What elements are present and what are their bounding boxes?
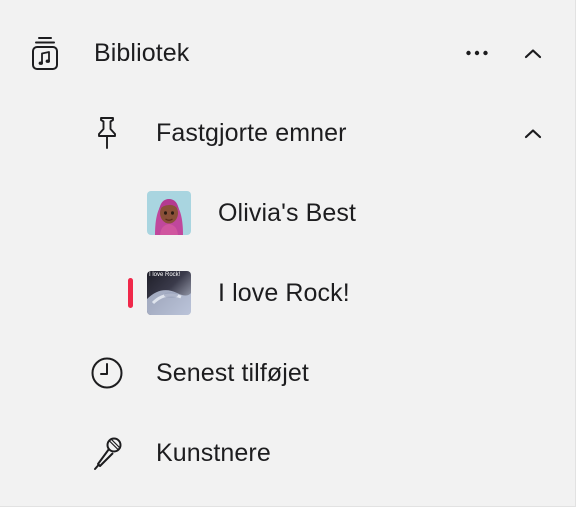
pinned-label: Fastgjorte emner bbox=[156, 119, 347, 147]
avatar-artwork bbox=[147, 191, 191, 235]
artists-label: Kunstnere bbox=[156, 439, 271, 467]
pinned-item-olivias-best[interactable]: Olivia's Best bbox=[0, 185, 575, 241]
pinned-item-i-love-rock[interactable]: I love Rock! I love Rock! bbox=[0, 265, 575, 321]
pinned-item-label: Olivia's Best bbox=[218, 199, 357, 227]
library-label: Bibliotek bbox=[94, 39, 190, 67]
more-icon[interactable] bbox=[459, 38, 495, 68]
sidebar-item-recently-added[interactable]: Senest tilføjet bbox=[0, 345, 575, 401]
pinned-section-header[interactable]: Fastgjorte emner bbox=[0, 105, 575, 161]
library-section-header[interactable]: Bibliotek bbox=[0, 25, 575, 81]
artwork-caption: I love Rock! bbox=[149, 272, 181, 278]
pin-icon bbox=[87, 113, 127, 153]
clock-icon bbox=[87, 353, 127, 393]
library-icon bbox=[25, 33, 65, 73]
chevron-up-icon[interactable] bbox=[518, 38, 548, 68]
recently-added-label: Senest tilføjet bbox=[156, 359, 309, 387]
sidebar-item-artists[interactable]: Kunstnere bbox=[0, 425, 575, 481]
chevron-up-icon[interactable] bbox=[518, 118, 548, 148]
selection-indicator bbox=[128, 278, 133, 308]
rock-album-artwork: I love Rock! bbox=[147, 271, 191, 315]
microphone-icon bbox=[87, 433, 127, 473]
sidebar-panel: Bibliotek Fastgjorte emner Olivia's Best… bbox=[0, 0, 576, 507]
pinned-item-label: I love Rock! bbox=[218, 279, 350, 307]
